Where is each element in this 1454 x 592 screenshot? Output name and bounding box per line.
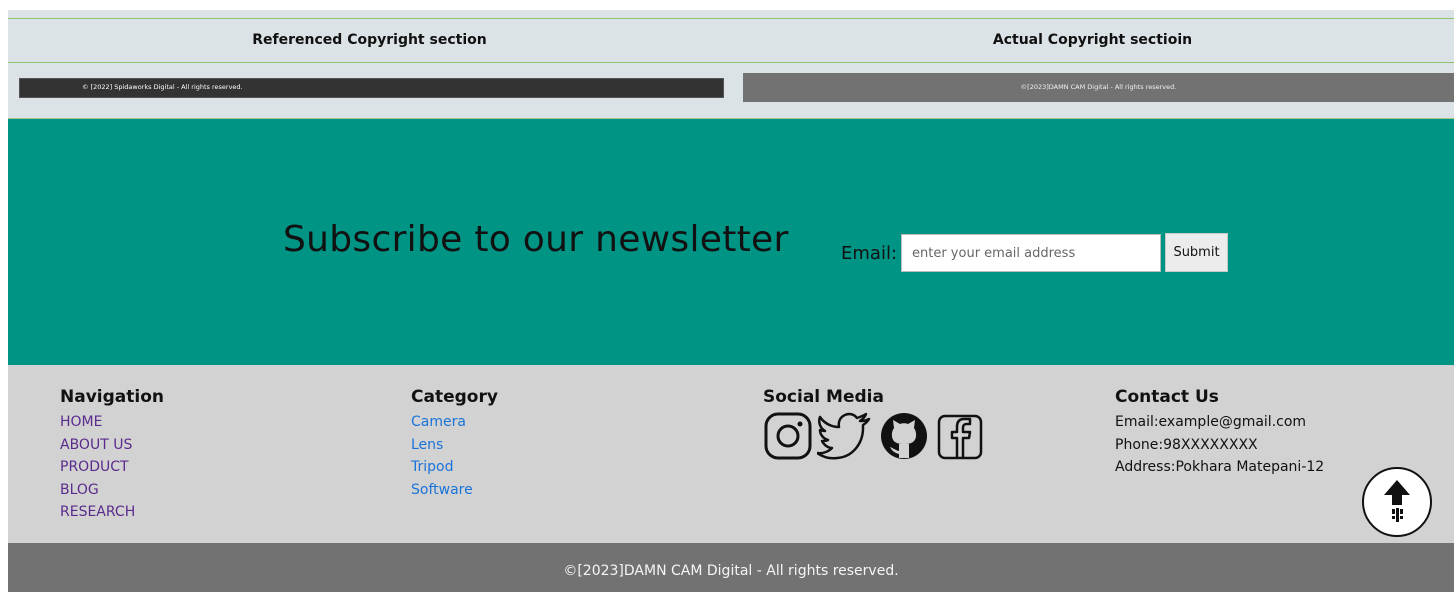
category-link-tripod[interactable]: Tripod [411,456,498,479]
contact-email: Email:example@gmail.com [1115,414,1307,430]
social-media-heading: Social Media [763,387,884,407]
category-link-software[interactable]: Software [411,479,498,502]
contact-phone: Phone:98XXXXXXXX [1115,436,1258,453]
github-icon[interactable] [877,411,931,461]
category-link-camera[interactable]: Camera [411,411,498,434]
arrow-up-icon [1384,480,1410,522]
page: Referenced Copyright section Actual Copy… [8,10,1454,592]
referenced-heading: Referenced Copyright section [252,32,487,48]
navigation-column: Navigation HOME ABOUT US PRODUCT BLOG RE… [60,387,164,524]
facebook-icon[interactable] [935,411,985,461]
category-column: Category Camera Lens Tripod Software [411,387,498,501]
instagram-icon[interactable] [763,411,813,461]
divider [8,62,1454,63]
actual-copyright-text: ©[2023]DAMN CAM Digital - All rights res… [1020,83,1177,91]
email-input[interactable] [901,234,1161,272]
social-media-column: Social Media [763,387,985,461]
navigation-heading: Navigation [60,387,164,407]
copyright-text: ©[2023]DAMN CAM Digital - All rights res… [563,563,899,579]
email-label: Email: [841,243,898,264]
copyright-comparison: Referenced Copyright section Actual Copy… [8,10,1454,118]
referenced-copyright-bar: © [2022] Spidaworks Digital - All rights… [19,78,724,98]
actual-copyright-bar: ©[2023]DAMN CAM Digital - All rights res… [743,73,1454,102]
scroll-to-top-button[interactable] [1362,467,1432,537]
newsletter-title: Subscribe to our newsletter [283,219,789,260]
submit-button[interactable]: Submit [1165,233,1228,272]
divider [8,18,1454,19]
nav-link-about-us[interactable]: ABOUT US [60,434,164,457]
nav-link-home[interactable]: HOME [60,411,164,434]
twitter-icon[interactable] [817,411,873,461]
copyright-bar: ©[2023]DAMN CAM Digital - All rights res… [8,543,1454,592]
category-link-lens[interactable]: Lens [411,434,498,457]
referenced-copyright-text: © [2022] Spidaworks Digital - All rights… [82,83,243,91]
footer: Navigation HOME ABOUT US PRODUCT BLOG RE… [8,365,1454,543]
newsletter-section: Subscribe to our newsletter Email: Submi… [8,118,1454,365]
social-icons [763,411,985,461]
nav-link-research[interactable]: RESEARCH [60,501,164,524]
contact-heading: Contact Us [1115,387,1219,407]
nav-link-product[interactable]: PRODUCT [60,456,164,479]
contact-address: Address:Pokhara Matepani-12 [1115,459,1325,475]
category-heading: Category [411,387,498,407]
actual-heading: Actual Copyright sectioin [992,32,1193,48]
contact-column: Contact Us Email:example@gmail.com Phone… [1115,387,1324,479]
nav-link-blog[interactable]: BLOG [60,479,164,502]
